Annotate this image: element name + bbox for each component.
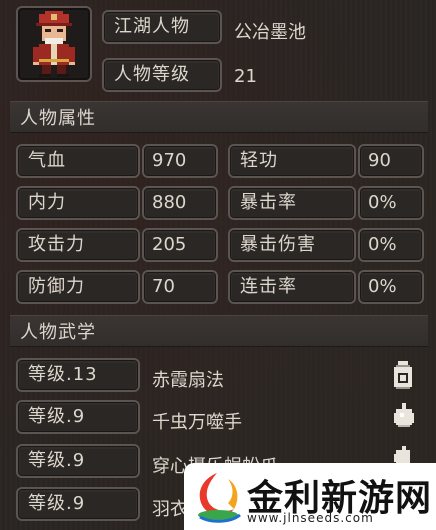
skill-name[interactable]: 羽衣 [152, 495, 188, 521]
character-sprite [33, 11, 75, 77]
skill-level-box: 等级.9 [16, 444, 140, 478]
skill-name[interactable]: 赤霞扇法 [152, 366, 224, 392]
attr-attack-value: 205 [142, 228, 218, 262]
attr-mp-value: 880 [142, 186, 218, 220]
attr-mp-label: 内力 [16, 186, 140, 220]
skill-name[interactable]: 千虫万噬手 [152, 408, 242, 434]
attr-agility-label: 轻功 [228, 144, 356, 178]
attr-crit-rate-label: 暴击率 [228, 186, 356, 220]
character-name: 公冶墨池 [234, 22, 306, 43]
martial-arts-section-title: 人物武学 [20, 322, 96, 343]
watermark-url: www.jlnseeds.com [247, 511, 374, 525]
level-label-box: 人物等级 [102, 58, 222, 92]
skill-level: 等级.9 [28, 493, 86, 514]
attr-agility-value: 90 [358, 144, 424, 178]
attr-crit-damage-value: 0% [358, 228, 424, 262]
watermark: 金利新游网 www.jlnseeds.com [184, 463, 436, 530]
skill-level-box: 等级.13 [16, 358, 140, 392]
attr-hp-label: 气血 [16, 144, 140, 178]
character-level: 21 [234, 66, 257, 87]
name-label-box: 江湖人物 [102, 10, 222, 44]
martial-arts-section-header: 人物武学 [10, 315, 428, 347]
attributes-section-header: 人物属性 [10, 101, 428, 133]
potion-icon [394, 361, 412, 389]
skill-level: 等级.13 [28, 364, 98, 385]
attr-combo-rate-label: 连击率 [228, 270, 356, 304]
skill-level-box: 等级.9 [16, 487, 140, 521]
level-label: 人物等级 [114, 64, 190, 85]
palm-icon [394, 403, 414, 427]
skill-level-box: 等级.9 [16, 400, 140, 434]
attr-combo-rate-value: 0% [358, 270, 424, 304]
attr-crit-rate-value: 0% [358, 186, 424, 220]
watermark-logo [198, 473, 241, 523]
name-label: 江湖人物 [114, 16, 190, 37]
attr-defense-label: 防御力 [16, 270, 140, 304]
attr-crit-damage-label: 暴击伤害 [228, 228, 356, 262]
attr-hp-value: 970 [142, 144, 218, 178]
skill-level: 等级.9 [28, 406, 86, 427]
attr-defense-value: 70 [142, 270, 218, 304]
attributes-section-title: 人物属性 [20, 108, 96, 129]
attr-attack-label: 攻击力 [16, 228, 140, 262]
character-portrait [16, 6, 92, 82]
skill-level: 等级.9 [28, 450, 86, 471]
